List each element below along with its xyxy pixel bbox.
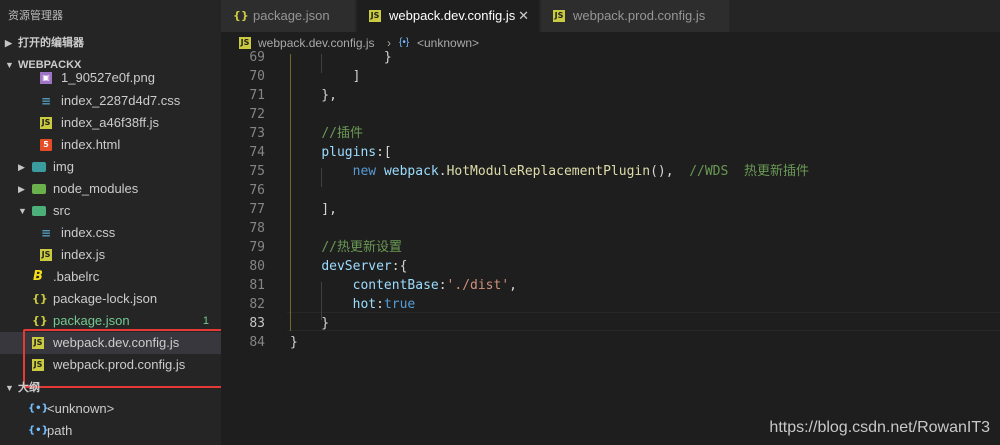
folder-row[interactable]: ▶ node_modules [0,178,221,200]
breadcrumb-symbol[interactable]: <unknown> [417,32,479,54]
folder-open-icon [32,206,46,216]
current-line-highlight [287,312,1000,331]
line-number: 76 [249,183,265,198]
line-number: 72 [249,107,265,122]
file-row[interactable]: JS index_a46f38ff.js [0,112,221,134]
chevron-right-icon: ▶ [5,38,12,48]
tab-label: webpack.prod.config.js [573,8,706,23]
js-file-icon: JS [40,249,52,261]
code-line: ] [290,69,361,84]
line-number: 69 [249,50,265,65]
line-number: 84 [249,335,265,350]
json-file-icon: {} [233,9,249,22]
watermark: https://blog.csdn.net/RowanIT3 [769,419,990,436]
explorer-sidebar: 资源管理器 ▶ 打开的编辑器 ▼ WEBPACKX ▣ 1_90527e0f.p… [0,0,221,445]
folder-label: src [53,203,71,218]
tab-label: webpack.dev.config.js [389,8,516,23]
file-row[interactable]: ≡ index.css [0,222,221,244]
line-number: 79 [249,240,265,255]
folder-label: img [53,159,74,174]
html-file-icon: 5 [40,139,52,151]
line-number: 82 [249,297,265,312]
code-line: } [290,316,330,331]
code-line: } [290,335,298,350]
outline-section[interactable]: ▼ 大纲 [0,377,221,399]
chevron-down-icon: ▼ [5,383,14,393]
code-line: new webpack.HotModuleReplacementPlugin()… [352,164,809,179]
open-editors-label: 打开的编辑器 [18,37,84,49]
file-label: index.html [61,137,121,152]
outline-label: path [47,423,73,438]
folder-label: node_modules [53,181,139,196]
open-editors-section[interactable]: ▶ 打开的编辑器 [0,32,221,54]
line-number: 81 [249,278,265,293]
code-line: contentBase:'./dist', [352,278,517,293]
outline-label: 大纲 [18,382,40,394]
file-row[interactable]: 5 index.html [0,134,221,156]
code-line: devServer:{ [321,259,408,274]
file-row[interactable]: JS index.js [0,244,221,266]
tab-label: package.json [253,8,330,23]
explorer-title: 资源管理器 [8,10,63,22]
tab-webpack-dev-config[interactable]: JS webpack.dev.config.js ✕ [357,0,539,32]
css-file-icon: ≡ [40,94,52,108]
tab-webpack-prod-config[interactable]: JS webpack.prod.config.js [541,0,729,32]
code-line: //插件 [321,126,363,141]
folder-icon [32,162,46,172]
tab-package-json[interactable]: {} package.json [221,0,355,32]
json-file-icon: {} [32,292,48,305]
file-row[interactable]: B .babelrc [0,266,221,288]
js-file-icon: JS [369,10,381,22]
code-line: ], [290,202,337,217]
chevron-right-icon: ▶ [18,184,25,194]
code-line: }, [290,88,337,103]
js-file-icon: JS [40,117,52,129]
code-line: hot:true [352,297,416,312]
line-number: 74 [249,145,265,160]
chevron-down-icon: ▼ [18,206,27,216]
code-editor[interactable]: 69 70 71 72 73 74 75 76 77 78 79 80 81 82 83 84 } ] }, … [221,50,1000,445]
file-row[interactable]: ≡ index_2287d4d7.css [0,90,221,112]
json-file-icon: {} [32,314,48,327]
image-file-icon: ▣ [40,72,52,84]
editor-tabs: {} package.json JS webpack.dev.config.js… [221,0,1000,32]
code-line: //热更新设置 [321,240,402,255]
file-label: .babelrc [53,269,100,284]
file-label: package-lock.json [53,291,158,306]
file-label: index_a46f38ff.js [61,115,160,130]
line-number: 77 [249,202,265,217]
folder-icon [32,184,46,194]
folder-row[interactable]: ▼ src [0,200,221,222]
file-row[interactable]: ▣ 1_90527e0f.png [0,67,221,89]
file-row[interactable]: {} package-lock.json [0,288,221,310]
file-label: index.css [61,225,116,240]
module-symbol-icon: {•} [28,403,49,414]
babel-file-icon: B [33,269,43,284]
close-icon[interactable]: ✕ [518,0,529,32]
line-number: 78 [249,221,265,236]
code-line: plugins:[ [321,145,392,160]
chevron-right-icon: ▶ [18,162,25,172]
code-line: } [290,50,392,65]
line-number: 70 [249,69,265,84]
file-label: index_2287d4d7.css [61,93,181,108]
js-file-icon: JS [553,10,565,22]
line-number: 83 [249,316,265,331]
file-label: index.js [61,247,106,262]
outline-item[interactable]: {•} path [0,420,221,442]
line-number: 80 [249,259,265,274]
line-number: 73 [249,126,265,141]
file-label: 1_90527e0f.png [61,70,155,85]
module-symbol-icon: {•} [28,425,49,436]
outline-item[interactable]: {•} <unknown> [0,398,221,420]
outline-label: <unknown> [47,401,115,416]
line-number: 71 [249,88,265,103]
module-symbol-icon: {•} [399,37,410,48]
folder-row[interactable]: ▶ img [0,156,221,178]
css-file-icon: ≡ [40,226,52,240]
line-number: 75 [249,164,265,179]
